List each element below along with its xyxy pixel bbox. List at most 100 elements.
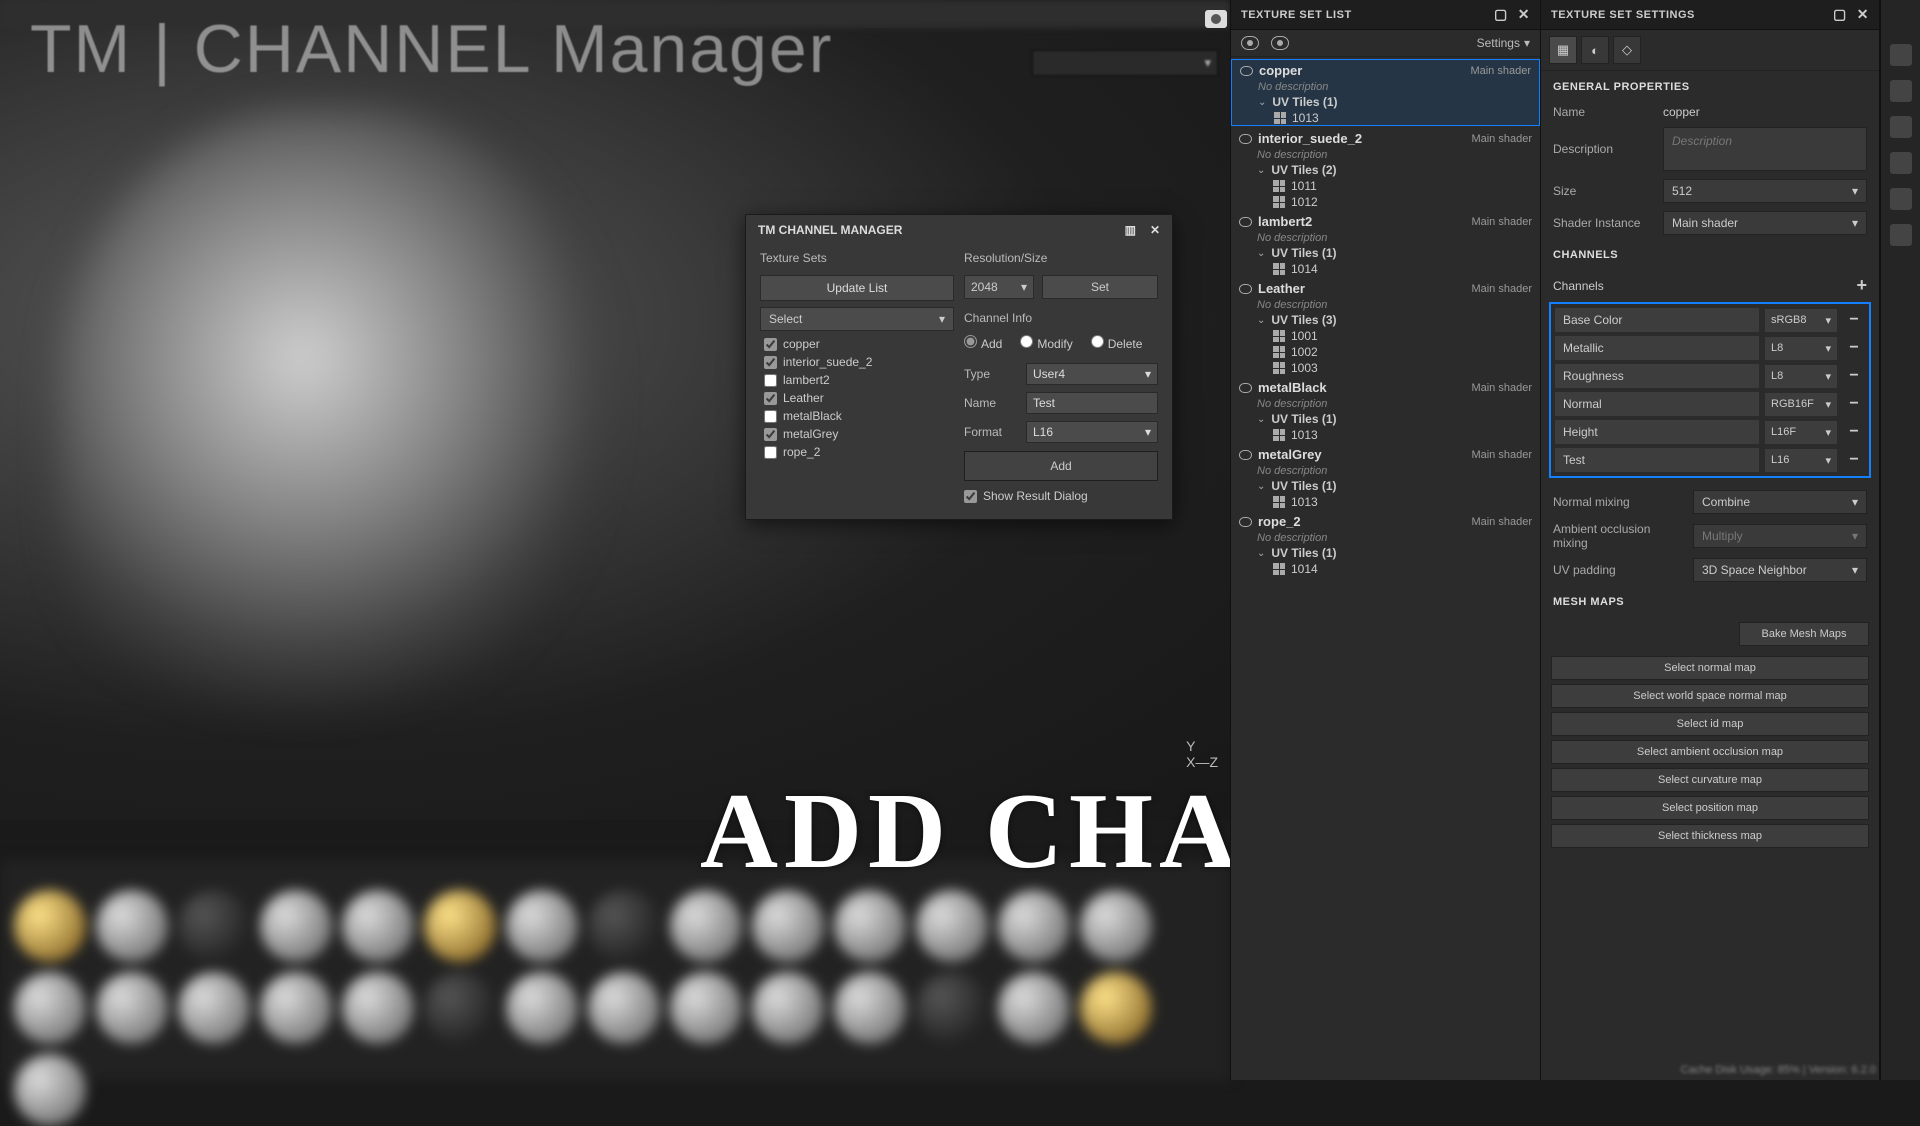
tsl-settings-dropdown[interactable]: Settings▾ xyxy=(1477,36,1530,50)
material-thumb[interactable] xyxy=(342,890,414,962)
channel-format-dropdown[interactable]: L16▾ xyxy=(1765,449,1837,472)
resolution-dropdown[interactable]: 2048▾ xyxy=(964,275,1034,299)
texture-set-item[interactable]: interior_suede_2 Main shader No descript… xyxy=(1231,128,1540,209)
texture-set-item[interactable]: metalGrey Main shader No description ⌄UV… xyxy=(1231,444,1540,509)
mode-modify-radio[interactable]: Modify xyxy=(1020,335,1072,351)
material-thumb[interactable] xyxy=(670,890,742,962)
texture-set-item[interactable]: copper Main shader No description ⌄UV Ti… xyxy=(1231,59,1540,126)
visibility-all-icon[interactable] xyxy=(1241,36,1259,50)
shader-instance-dropdown[interactable]: Main shader▾ xyxy=(1663,211,1867,235)
texture-set-item[interactable]: rope_2 Main shader No description ⌄UV Ti… xyxy=(1231,511,1540,576)
channel-name[interactable]: Base Color xyxy=(1555,308,1759,332)
set-button[interactable]: Set xyxy=(1042,275,1158,299)
type-dropdown[interactable]: User4▾ xyxy=(1026,363,1158,385)
material-thumb[interactable] xyxy=(14,890,86,962)
material-thumb[interactable] xyxy=(96,972,168,1044)
uv-tile[interactable]: 1013 xyxy=(1232,111,1539,125)
texture-set-item[interactable]: metalBlack Main shader No description ⌄U… xyxy=(1231,377,1540,442)
add-channel-icon[interactable]: + xyxy=(1856,275,1867,296)
channel-name[interactable]: Height xyxy=(1555,420,1759,444)
uv-tile[interactable]: 1002 xyxy=(1231,345,1540,359)
material-thumb[interactable] xyxy=(178,890,250,962)
channel-name[interactable]: Normal xyxy=(1555,392,1759,416)
material-thumb[interactable] xyxy=(14,1054,86,1126)
mesh-map-select-button[interactable]: Select position map xyxy=(1551,796,1869,820)
material-thumb[interactable] xyxy=(998,890,1070,962)
texture-set-checkbox[interactable]: rope_2 xyxy=(760,443,954,461)
normal-mixing-dropdown[interactable]: Combine▾ xyxy=(1693,490,1867,514)
material-thumb[interactable] xyxy=(342,972,414,1044)
uv-padding-dropdown[interactable]: 3D Space Neighbor▾ xyxy=(1693,558,1867,582)
uv-tile[interactable]: 1013 xyxy=(1231,495,1540,509)
material-thumb[interactable] xyxy=(506,890,578,962)
material-thumb[interactable] xyxy=(506,972,578,1044)
texture-set-item[interactable]: Leather Main shader No description ⌄UV T… xyxy=(1231,278,1540,375)
add-channel-button[interactable]: Add xyxy=(964,451,1158,481)
visibility-icon[interactable] xyxy=(1239,450,1252,460)
channel-name[interactable]: Metallic xyxy=(1555,336,1759,360)
uv-tiles-toggle[interactable]: ⌄UV Tiles (1) xyxy=(1232,95,1539,109)
remove-channel-icon[interactable]: − xyxy=(1843,339,1865,357)
size-dropdown[interactable]: 512▾ xyxy=(1663,179,1867,203)
viewport-mode-dropdown[interactable] xyxy=(1032,50,1218,76)
channel-format-dropdown[interactable]: sRGB8▾ xyxy=(1765,309,1837,332)
channel-name[interactable]: Test xyxy=(1555,448,1759,472)
uv-tile[interactable]: 1014 xyxy=(1231,562,1540,576)
material-thumb[interactable] xyxy=(670,972,742,1044)
material-thumb[interactable] xyxy=(588,890,660,962)
history-icon[interactable] xyxy=(1890,152,1912,174)
select-dropdown[interactable]: Select▾ xyxy=(760,307,954,331)
remove-channel-icon[interactable]: − xyxy=(1843,423,1865,441)
material-thumb[interactable] xyxy=(1080,972,1152,1044)
material-thumb[interactable] xyxy=(424,972,496,1044)
visibility-icon[interactable] xyxy=(1239,383,1252,393)
material-thumb[interactable] xyxy=(916,972,988,1044)
log-icon[interactable] xyxy=(1890,188,1912,210)
format-dropdown[interactable]: L16▾ xyxy=(1026,421,1158,443)
texture-set-item[interactable]: lambert2 Main shader No description ⌄UV … xyxy=(1231,211,1540,276)
tool-icon[interactable] xyxy=(1890,80,1912,102)
texture-set-checkbox[interactable]: metalGrey xyxy=(760,425,954,443)
material-thumb[interactable] xyxy=(1080,890,1152,962)
channel-format-dropdown[interactable]: L8▾ xyxy=(1765,337,1837,360)
mesh-map-select-button[interactable]: Select ambient occlusion map xyxy=(1551,740,1869,764)
mesh-map-select-button[interactable]: Select thickness map xyxy=(1551,824,1869,848)
uv-tile[interactable]: 1013 xyxy=(1231,428,1540,442)
texture-set-checkbox[interactable]: metalBlack xyxy=(760,407,954,425)
undock-icon[interactable]: ▢ xyxy=(1494,6,1508,23)
material-thumb[interactable] xyxy=(588,972,660,1044)
close-icon[interactable]: ✕ xyxy=(1518,6,1530,23)
ao-mixing-dropdown[interactable]: Multiply▾ xyxy=(1693,524,1867,548)
mode-sphere-icon[interactable]: ◐ xyxy=(1581,36,1609,64)
remove-channel-icon[interactable]: − xyxy=(1843,367,1865,385)
material-thumb[interactable] xyxy=(178,972,250,1044)
axis-gizmo[interactable]: Y X—Z xyxy=(1186,738,1218,770)
channel-name[interactable]: Roughness xyxy=(1555,364,1759,388)
uv-tiles-toggle[interactable]: ⌄UV Tiles (1) xyxy=(1231,412,1540,426)
uv-tile[interactable]: 1003 xyxy=(1231,361,1540,375)
undock-icon[interactable]: ▢ xyxy=(1833,6,1847,23)
remove-channel-icon[interactable]: − xyxy=(1843,311,1865,329)
texture-set-checkbox[interactable]: Leather xyxy=(760,389,954,407)
mode-uv-icon[interactable]: ◇ xyxy=(1613,36,1641,64)
texture-set-checkbox[interactable]: lambert2 xyxy=(760,371,954,389)
material-thumb[interactable] xyxy=(260,890,332,962)
uv-tiles-toggle[interactable]: ⌄UV Tiles (1) xyxy=(1231,246,1540,260)
material-thumb[interactable] xyxy=(96,890,168,962)
texture-set-checkbox[interactable]: interior_suede_2 xyxy=(760,353,954,371)
remove-channel-icon[interactable]: − xyxy=(1843,451,1865,469)
channel-format-dropdown[interactable]: L8▾ xyxy=(1765,365,1837,388)
visibility-solo-icon[interactable] xyxy=(1271,36,1289,50)
uv-tiles-toggle[interactable]: ⌄UV Tiles (3) xyxy=(1231,313,1540,327)
mesh-map-select-button[interactable]: Select curvature map xyxy=(1551,768,1869,792)
material-thumb[interactable] xyxy=(260,972,332,1044)
mesh-map-select-button[interactable]: Select world space normal map xyxy=(1551,684,1869,708)
mesh-map-select-button[interactable]: Select id map xyxy=(1551,712,1869,736)
undock-icon[interactable]: ▥ xyxy=(1125,223,1136,237)
visibility-icon[interactable] xyxy=(1239,217,1252,227)
mode-add-radio[interactable]: Add xyxy=(964,335,1002,351)
material-thumb[interactable] xyxy=(916,890,988,962)
close-icon[interactable]: ✕ xyxy=(1857,6,1869,23)
name-input[interactable]: Test xyxy=(1026,392,1158,414)
mode-material-icon[interactable]: ▦ xyxy=(1549,36,1577,64)
